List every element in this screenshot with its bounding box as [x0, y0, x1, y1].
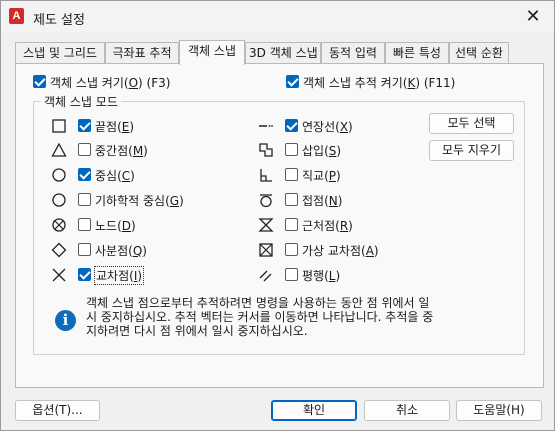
node-label[interactable]: 노드(D): [95, 217, 136, 234]
intersection-label[interactable]: 교차점(I): [93, 266, 145, 285]
center-checkbox[interactable]: [78, 168, 91, 181]
osnap-on-label[interactable]: 객체 스냅 켜기(O) (F3): [50, 74, 170, 91]
help-button[interactable]: 도움말(H): [456, 400, 542, 421]
info-message: 객체 스냅 점으로부터 추적하려면 명령을 사용하는 동안 점 위에서 일 시 …: [86, 296, 434, 338]
insertion-icon: [258, 142, 274, 158]
intersection-x-icon: [51, 267, 67, 283]
intersection-checkbox[interactable]: [78, 268, 91, 281]
endpoint-label[interactable]: 끝점(E): [95, 118, 134, 135]
window-title: 제도 설정: [33, 13, 85, 28]
endpoint-square-icon: [51, 118, 67, 134]
geometric-center-icon: [51, 192, 67, 208]
info-icon: i: [55, 310, 76, 331]
tab-polar-tracking[interactable]: 극좌표 추적: [105, 42, 179, 64]
tab-3d-object-snap[interactable]: 3D 객체 스냅: [245, 42, 321, 64]
drafting-settings-dialog: A 제도 설정 ✕ 스냅 및 그리드 극좌표 추적 객체 스냅 3D 객체 스냅…: [0, 0, 555, 431]
node-checkbox[interactable]: [78, 218, 91, 231]
cancel-button[interactable]: 취소: [364, 400, 450, 421]
midpoint-checkbox[interactable]: [78, 143, 91, 156]
midpoint-triangle-icon: [51, 142, 67, 158]
tab-snap-grid[interactable]: 스냅 및 그리드: [15, 42, 105, 64]
parallel-checkbox[interactable]: [285, 268, 298, 281]
insertion-label[interactable]: 삽입(S): [302, 142, 341, 159]
perpendicular-checkbox[interactable]: [285, 168, 298, 181]
autocad-logo-icon: A: [9, 8, 24, 24]
osnap-tracking-checkbox[interactable]: [286, 75, 299, 88]
apparent-intersection-label[interactable]: 가상 교차점(A): [302, 242, 379, 259]
nearest-label[interactable]: 근처점(R): [302, 217, 353, 234]
tab-object-snap[interactable]: 객체 스냅: [179, 40, 245, 65]
group-title: 객체 스냅 모드: [41, 93, 121, 110]
insertion-checkbox[interactable]: [285, 143, 298, 156]
osnap-on-checkbox[interactable]: [33, 75, 46, 88]
tangent-label[interactable]: 접점(N): [302, 192, 342, 209]
tab-selection-cycling[interactable]: 선택 순환: [449, 42, 509, 64]
extension-label[interactable]: 연장선(X): [302, 118, 353, 135]
options-button[interactable]: 옵션(T)...: [15, 400, 100, 421]
close-icon[interactable]: ✕: [518, 3, 548, 31]
parallel-label[interactable]: 평행(L): [302, 267, 340, 284]
quadrant-checkbox[interactable]: [78, 243, 91, 256]
parallel-icon: [258, 267, 274, 283]
extension-icon: [258, 118, 274, 134]
node-icon: [51, 217, 67, 233]
quadrant-diamond-icon: [51, 242, 67, 258]
quadrant-label[interactable]: 사분점(Q): [95, 242, 147, 259]
endpoint-checkbox[interactable]: [78, 119, 91, 132]
osnap-tracking-label[interactable]: 객체 스냅 추적 켜기(K) (F11): [303, 74, 455, 91]
nearest-icon: [258, 217, 274, 233]
perpendicular-icon: [258, 167, 274, 183]
apparent-intersection-checkbox[interactable]: [285, 243, 298, 256]
perpendicular-label[interactable]: 직교(P): [302, 167, 341, 184]
tab-quick-properties[interactable]: 빠른 특성: [385, 42, 449, 64]
geometric-center-checkbox[interactable]: [78, 193, 91, 206]
nearest-checkbox[interactable]: [285, 218, 298, 231]
ok-button[interactable]: 확인: [271, 400, 357, 421]
tab-dynamic-input[interactable]: 동적 입력: [321, 42, 385, 64]
apparent-intersection-icon: [258, 242, 274, 258]
geometric-center-label[interactable]: 기하학적 중심(G): [95, 192, 184, 209]
midpoint-label[interactable]: 중간점(M): [95, 142, 148, 159]
center-label[interactable]: 중심(C): [95, 167, 135, 184]
select-all-button[interactable]: 모두 선택: [429, 113, 514, 134]
extension-checkbox[interactable]: [285, 119, 298, 132]
clear-all-button[interactable]: 모두 지우기: [429, 140, 514, 161]
tangent-icon: [258, 192, 274, 208]
tangent-checkbox[interactable]: [285, 193, 298, 206]
title-bar: A 제도 설정 ✕: [1, 1, 554, 33]
center-circle-icon: [51, 167, 67, 183]
